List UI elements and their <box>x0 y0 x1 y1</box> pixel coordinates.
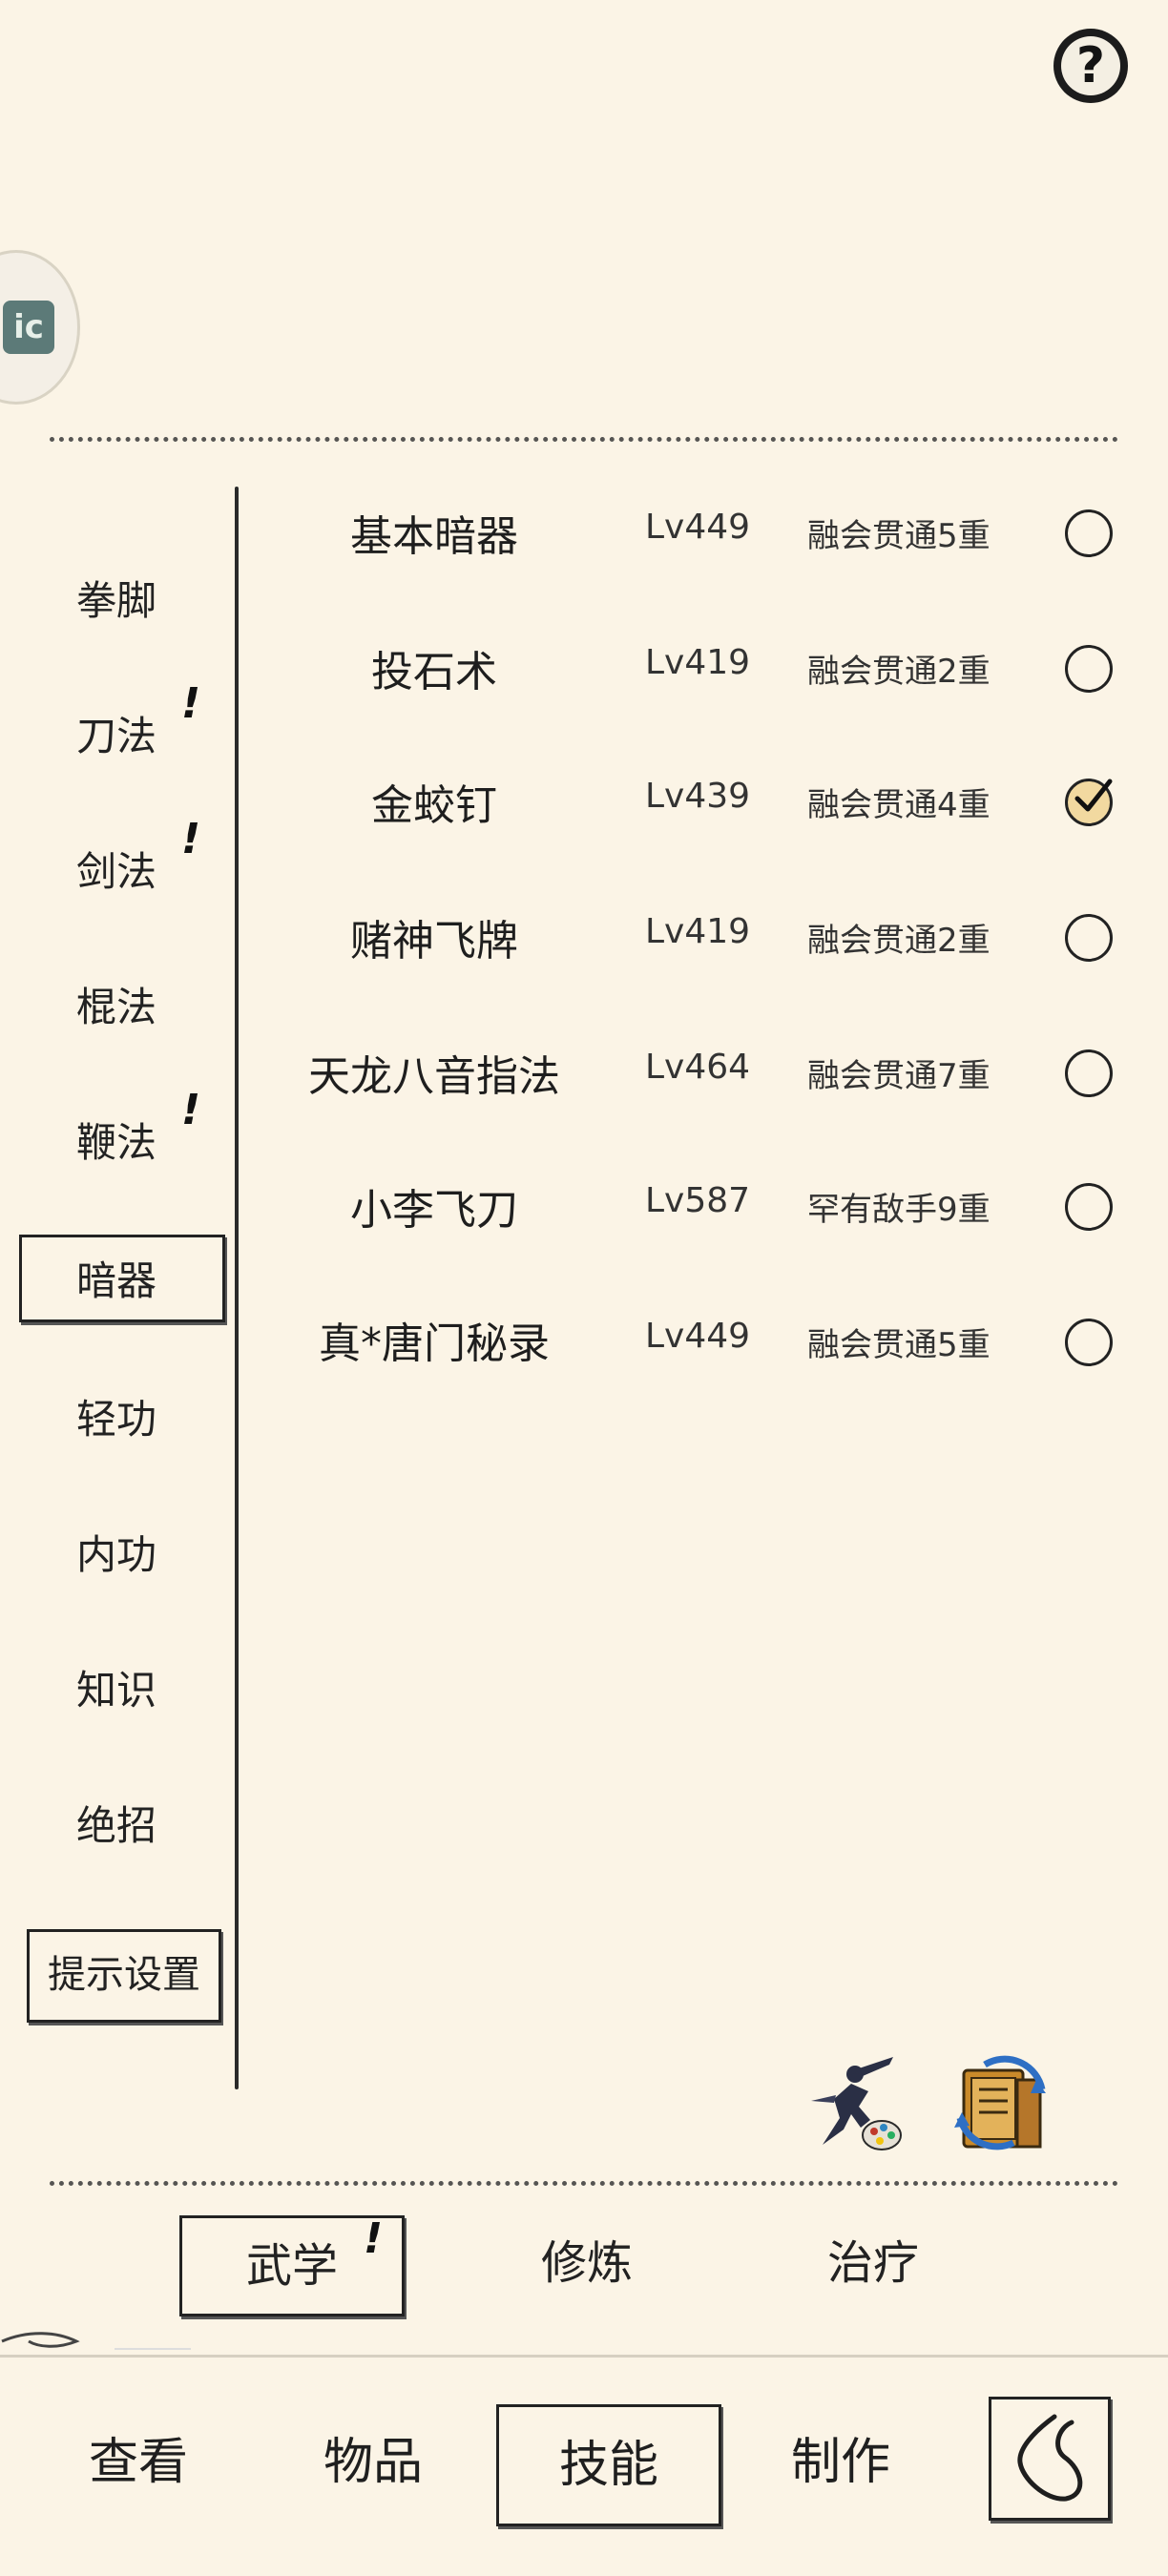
skill-level: Lv587 <box>645 1181 751 1220</box>
skill-level: Lv449 <box>645 1317 751 1356</box>
back-button[interactable] <box>989 2397 1111 2521</box>
avatar-badge-icon: ic <box>3 301 54 354</box>
alert-mark-icon: ! <box>364 2214 384 2263</box>
skill-select-radio[interactable] <box>1065 645 1113 693</box>
skill-select-radio[interactable] <box>1065 1183 1113 1231</box>
category-label: 内功 <box>76 1531 157 1578</box>
category-neigong[interactable]: 内功 <box>19 1511 225 1599</box>
subtab-wuxue[interactable]: 武学 ! <box>179 2215 405 2316</box>
martial-artist-palette-icon[interactable] <box>802 2051 902 2150</box>
top-divider <box>50 437 1118 442</box>
side-avatar-button[interactable]: ic <box>0 250 80 405</box>
category-label: 轻功 <box>76 1396 157 1443</box>
skill-rank: 融会贯通5重 <box>807 1326 991 1364</box>
skill-rank: 融会贯通2重 <box>807 922 991 960</box>
skill-rank: 融会贯通5重 <box>807 517 991 555</box>
category-qinggong[interactable]: 轻功 <box>19 1376 225 1464</box>
skill-level: Lv439 <box>645 777 751 816</box>
skill-rank: 融会贯通4重 <box>807 786 991 824</box>
tip-settings-button[interactable]: 提示设置 <box>27 1929 221 2023</box>
skill-select-radio[interactable] <box>1065 1319 1113 1366</box>
checkmark-icon <box>1074 779 1113 812</box>
skill-level: Lv449 <box>645 508 751 547</box>
brush-stroke-decoration <box>1 2332 191 2350</box>
nav-zhizuo[interactable]: 制作 <box>750 2404 931 2521</box>
category-daofa[interactable]: 刀法 ! <box>19 683 225 780</box>
skill-name[interactable]: 投石术 <box>286 637 582 698</box>
subtab-label: 武学 <box>245 2239 338 2293</box>
category-juezhao[interactable]: 绝招 <box>19 1782 225 1870</box>
nav-top-rule <box>0 2355 1168 2358</box>
back-arrow-icon <box>1017 2414 1083 2502</box>
category-label: 棍法 <box>76 984 157 1030</box>
help-button[interactable]: ? <box>1053 29 1128 103</box>
bottom-divider <box>50 2181 1118 2186</box>
skill-select-radio-checked[interactable] <box>1065 779 1113 826</box>
skill-rank: 融会贯通7重 <box>807 1057 991 1095</box>
skill-name[interactable]: 真*唐门秘录 <box>286 1309 582 1370</box>
book-swap-icon[interactable] <box>947 2051 1046 2150</box>
skill-level: Lv419 <box>645 912 751 951</box>
subtab-zhiliao[interactable]: 治疗 <box>763 2215 983 2311</box>
category-bianfa[interactable]: 鞭法 ! <box>19 1090 225 1187</box>
column-divider <box>235 487 239 2089</box>
skill-level: Lv419 <box>645 643 751 682</box>
skill-select-radio[interactable] <box>1065 914 1113 962</box>
category-gunfa[interactable]: 棍法 <box>19 964 225 1051</box>
skill-name[interactable]: 小李飞刀 <box>286 1175 582 1236</box>
skill-rank: 融会贯通2重 <box>807 653 991 691</box>
skill-name[interactable]: 金蛟钉 <box>286 771 582 832</box>
skill-level: Lv464 <box>645 1048 751 1087</box>
alert-mark-icon: ! <box>181 815 201 863</box>
category-anqi[interactable]: 暗器 <box>19 1235 225 1322</box>
skill-name[interactable]: 赌神飞牌 <box>286 906 582 967</box>
alert-mark-icon: ! <box>181 1086 201 1134</box>
category-jianfa[interactable]: 剑法 ! <box>19 819 225 916</box>
nav-wupin[interactable]: 物品 <box>282 2404 464 2521</box>
category-quanjiao[interactable]: 拳脚 <box>19 557 225 645</box>
category-label: 绝招 <box>76 1802 157 1849</box>
category-label: 剑法 <box>76 848 157 895</box>
skill-name[interactable]: 基本暗器 <box>286 502 582 563</box>
help-icon: ? <box>1061 36 1120 95</box>
category-label: 知识 <box>76 1667 157 1714</box>
alert-mark-icon: ! <box>181 679 201 728</box>
nav-chakan[interactable]: 查看 <box>48 2404 229 2521</box>
category-label: 鞭法 <box>76 1119 157 1166</box>
skill-name[interactable]: 天龙八音指法 <box>279 1042 590 1103</box>
category-label: 拳脚 <box>76 577 157 624</box>
skill-rank: 罕有敌手9重 <box>807 1191 991 1229</box>
category-label: 暗器 <box>76 1257 157 1304</box>
category-zhishi[interactable]: 知识 <box>19 1647 225 1735</box>
category-label: 刀法 <box>76 713 157 759</box>
subtab-xiulian[interactable]: 修炼 <box>477 2215 697 2311</box>
nav-jineng[interactable]: 技能 <box>496 2404 721 2526</box>
skill-select-radio[interactable] <box>1065 509 1113 557</box>
skill-select-radio[interactable] <box>1065 1049 1113 1097</box>
